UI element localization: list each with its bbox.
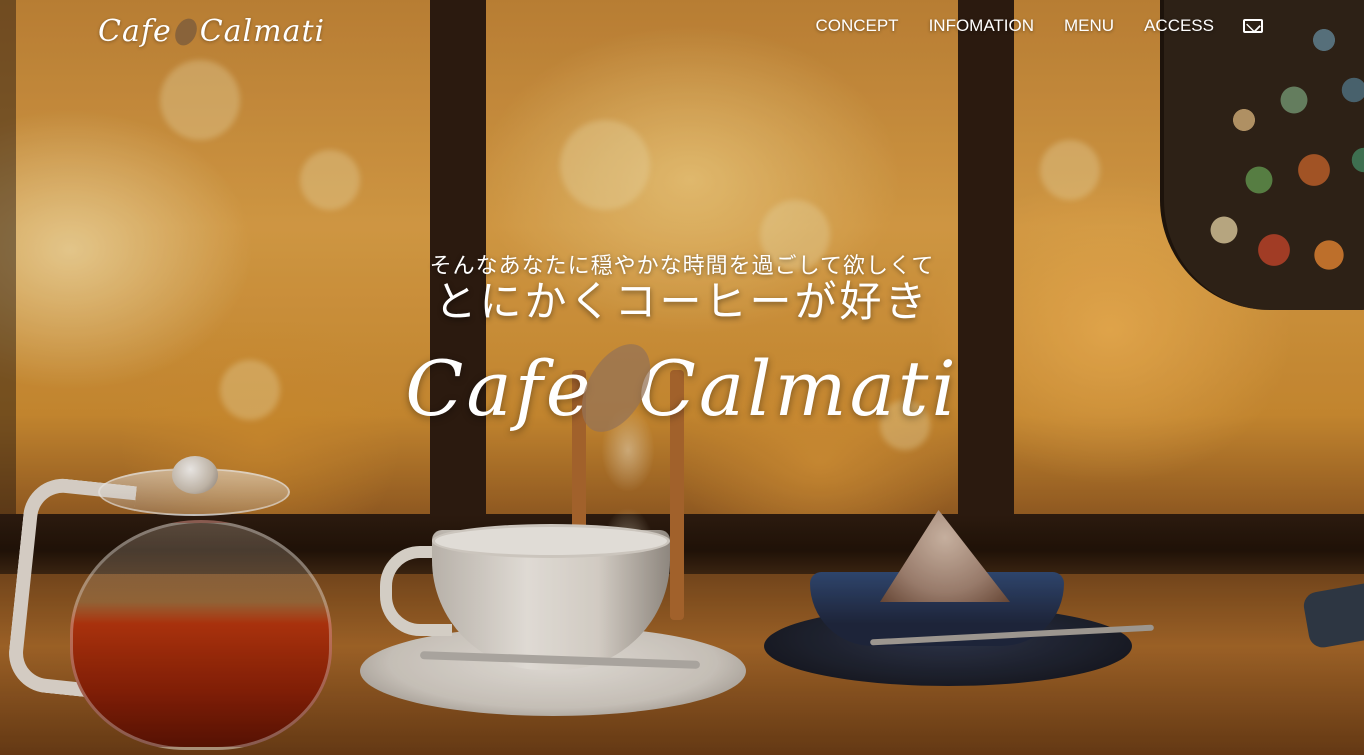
nav-item-access[interactable]: ACCESS (1144, 16, 1214, 36)
hero-headline: とにかくコーヒーが好き (434, 277, 930, 326)
hero-logo: Cafe Calmati (0, 332, 1364, 444)
main-nav: CONCEPT INFOMATION MENU ACCESS (815, 16, 1214, 36)
logo-text-left: Cafe (98, 14, 172, 49)
hero-logo-left: Cafe (405, 343, 594, 433)
hero-logo-right: Calmati (637, 343, 959, 433)
nav-item-concept[interactable]: CONCEPT (815, 16, 898, 36)
nav-item-menu[interactable]: MENU (1064, 16, 1114, 36)
site-logo[interactable]: Cafe Calmati (98, 14, 325, 49)
mail-icon[interactable] (1243, 19, 1263, 33)
nav-item-infomation[interactable]: INFOMATION (929, 16, 1034, 36)
logo-text-right: Calmati (199, 14, 326, 49)
coffee-bean-icon (170, 14, 201, 49)
